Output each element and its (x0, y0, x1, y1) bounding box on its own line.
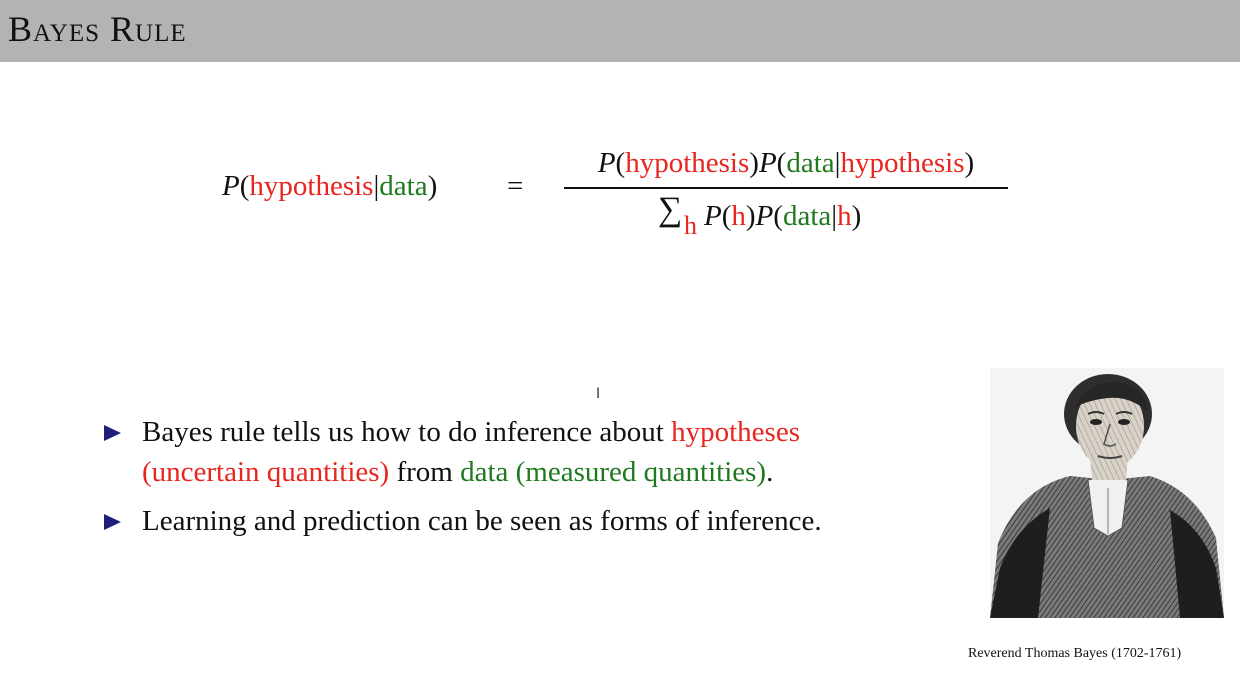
paren-close: ) (427, 170, 438, 202)
fraction-numerator: P(hypothesis)P(data|hypothesis) (564, 149, 1008, 178)
paren-close: ) (851, 200, 862, 232)
slide: Bayes Rule P(hypothesis|data) = P(hypoth… (0, 0, 1240, 674)
prob-symbol: P (758, 147, 777, 179)
paren-open: ( (239, 170, 250, 202)
prob-symbol: P (704, 200, 722, 232)
slide-title: Bayes Rule (8, 9, 187, 49)
h-term: h (731, 200, 746, 232)
text-cursor-icon: I (596, 386, 601, 402)
equals-sign: = (507, 170, 524, 202)
formula-lhs: P(hypothesis|data) (222, 172, 437, 201)
data-term: data (786, 147, 835, 179)
paren-open: ( (721, 200, 732, 232)
fraction-denominator: ∑ h P(h)P(data|h) (658, 193, 862, 239)
data-term: data (379, 170, 428, 202)
prob-symbol: P (222, 170, 240, 202)
sum-symbol: ∑ (658, 191, 683, 228)
paren-open: ( (776, 147, 787, 179)
summation: ∑ h (658, 193, 704, 239)
triangle-bullet-icon (104, 514, 121, 530)
portrait-caption: Reverend Thomas Bayes (1702-1761) (968, 646, 1182, 661)
data-term: data (782, 200, 832, 232)
bullet-text: . (766, 456, 774, 488)
bullet-item: Learning and prediction can be seen as f… (104, 501, 864, 541)
paren-open: ( (773, 200, 783, 232)
hypothesis-term: hypothesis (625, 147, 750, 179)
prob-symbol: P (755, 200, 774, 232)
bullet-text: Bayes rule tells us how to do inference … (142, 416, 672, 448)
paren-close: ) (964, 147, 975, 179)
bullet-text: Learning and prediction can be seen as f… (142, 505, 822, 537)
paren-close: ) (745, 200, 756, 232)
hypothesis-term: hypothesis (249, 170, 374, 202)
bullet-list: Bayes rule tells us how to do inference … (104, 412, 864, 541)
bullet-highlight-data: data (measured quantities) (460, 456, 767, 488)
title-bar: Bayes Rule (0, 0, 1240, 62)
triangle-bullet-icon (104, 425, 121, 441)
h-term: h (837, 200, 852, 232)
bullet-item: Bayes rule tells us how to do inference … (104, 412, 864, 492)
paren-close: ) (749, 147, 759, 179)
bullet-text: from (389, 456, 461, 488)
hypothesis-term: hypothesis (840, 147, 965, 179)
portrait-image (990, 368, 1224, 618)
sum-index: h (684, 211, 697, 240)
engraving-portrait-icon (990, 374, 1224, 618)
fraction-bar (564, 187, 1008, 189)
paren-open: ( (615, 147, 626, 179)
prob-symbol: P (597, 147, 616, 179)
